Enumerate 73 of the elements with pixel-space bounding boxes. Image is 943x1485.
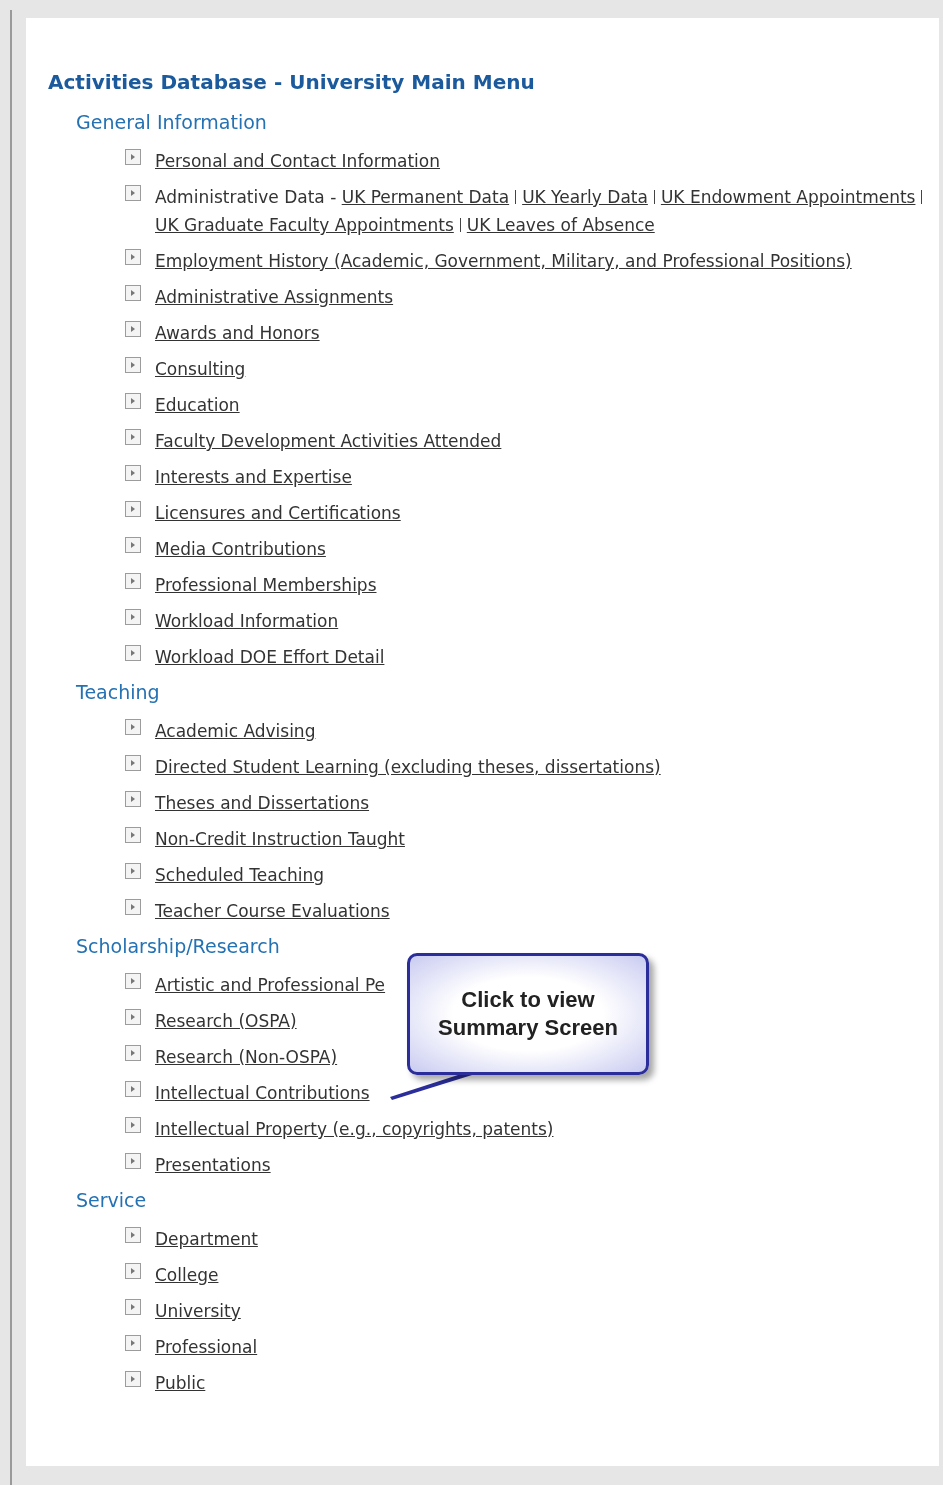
menu-link[interactable]: Licensures and Certifications — [155, 499, 401, 527]
arrow-box-icon — [125, 1117, 141, 1133]
menu-link[interactable]: Awards and Honors — [155, 319, 320, 347]
menu-link[interactable]: Research (Non-OSPA) — [155, 1043, 338, 1071]
arrow-box-icon — [125, 755, 141, 771]
menu-link[interactable]: Academic Advising — [155, 717, 316, 745]
menu-link[interactable]: University — [155, 1297, 241, 1325]
menu-link[interactable]: UK Endowment Appointments — [660, 187, 916, 207]
menu-link[interactable]: Personal and Contact Information — [155, 147, 440, 175]
menu-link[interactable]: Artistic and Professional Pe — [155, 971, 386, 999]
arrow-box-icon — [125, 1371, 141, 1387]
arrow-box-icon — [125, 1335, 141, 1351]
arrow-box-icon — [125, 609, 141, 625]
arrow-box-icon — [125, 973, 141, 989]
menu-link[interactable]: Faculty Development Activities Attended — [155, 427, 502, 455]
menu-link[interactable]: Workload DOE Effort Detail — [155, 643, 385, 671]
arrow-box-icon — [125, 827, 141, 843]
section-heading: Teaching — [76, 681, 161, 703]
menu-link[interactable]: Employment History (Academic, Government, Military, and Professional Positions) — [155, 247, 852, 275]
arrow-box-icon — [125, 719, 141, 735]
menu-link[interactable]: Non-Credit Instruction Taught — [155, 825, 405, 853]
menu-link[interactable]: UK Graduate Faculty Appointments — [155, 215, 454, 235]
arrow-box-icon — [125, 899, 141, 915]
menu-link[interactable]: Research (OSPA) — [155, 1007, 297, 1035]
section-heading: Scholarship/Research — [76, 935, 281, 957]
menu-label: Administrative Data - — [155, 187, 337, 207]
arrow-box-icon — [125, 393, 141, 409]
menu-link[interactable]: Interests and Expertise — [155, 463, 352, 491]
arrow-box-icon — [125, 1009, 141, 1025]
arrow-box-icon — [125, 645, 141, 661]
menu-link[interactable]: Directed Student Learning (excluding theses, dissertations) — [155, 753, 661, 781]
arrow-box-icon — [125, 537, 141, 553]
section-heading: Service — [76, 1189, 148, 1211]
arrow-box-icon — [125, 357, 141, 373]
page-title: Activities Database - University Main Menu — [48, 70, 536, 94]
menu-link[interactable]: Theses and Dissertations — [155, 789, 370, 817]
menu-link[interactable]: Professional Memberships — [155, 571, 377, 599]
arrow-box-icon — [125, 1081, 141, 1097]
menu-link[interactable]: Consulting — [155, 355, 246, 383]
menu-link[interactable]: UK Yearly Data — [522, 187, 648, 207]
arrow-box-icon — [125, 1263, 141, 1279]
menu-link[interactable]: Intellectual Contributions — [155, 1079, 370, 1107]
menu-link[interactable]: Media Contributions — [155, 535, 326, 563]
arrow-box-icon — [125, 1299, 141, 1315]
menu-link[interactable]: UK Leaves of Absence — [466, 215, 655, 235]
arrow-box-icon — [125, 321, 141, 337]
menu-link[interactable]: Department — [155, 1225, 258, 1253]
arrow-box-icon — [125, 791, 141, 807]
menu-link[interactable]: Workload Information — [155, 607, 339, 635]
menu-link[interactable]: UK Permanent Data — [341, 187, 510, 207]
menu-link[interactable]: Public — [155, 1369, 206, 1397]
arrow-box-icon — [125, 249, 141, 265]
arrow-box-icon — [125, 1227, 141, 1243]
arrow-box-icon — [125, 501, 141, 517]
menu-link[interactable]: College — [155, 1261, 219, 1289]
menu-link[interactable]: Intellectual Property (e.g., copyrights, patents) — [155, 1115, 554, 1143]
menu-link[interactable]: Education — [155, 391, 240, 419]
arrow-box-icon — [125, 285, 141, 301]
callout: Click to view Summary Screen — [407, 953, 649, 1075]
arrow-box-icon — [125, 465, 141, 481]
menu-link[interactable]: Teacher Course Evaluations — [155, 897, 390, 925]
menu-link[interactable]: Professional — [155, 1333, 258, 1361]
arrow-box-icon — [125, 1153, 141, 1169]
arrow-box-icon — [125, 1045, 141, 1061]
menu-link[interactable]: Scheduled Teaching — [155, 861, 325, 889]
section-heading: General Information — [76, 111, 268, 133]
menu-link[interactable]: Presentations — [155, 1151, 271, 1179]
arrow-box-icon — [125, 573, 141, 589]
arrow-box-icon — [125, 863, 141, 879]
menu-link[interactable]: Administrative Assignments — [155, 283, 394, 311]
arrow-box-icon — [125, 149, 141, 165]
arrow-box-icon — [125, 185, 141, 201]
arrow-box-icon — [125, 429, 141, 445]
